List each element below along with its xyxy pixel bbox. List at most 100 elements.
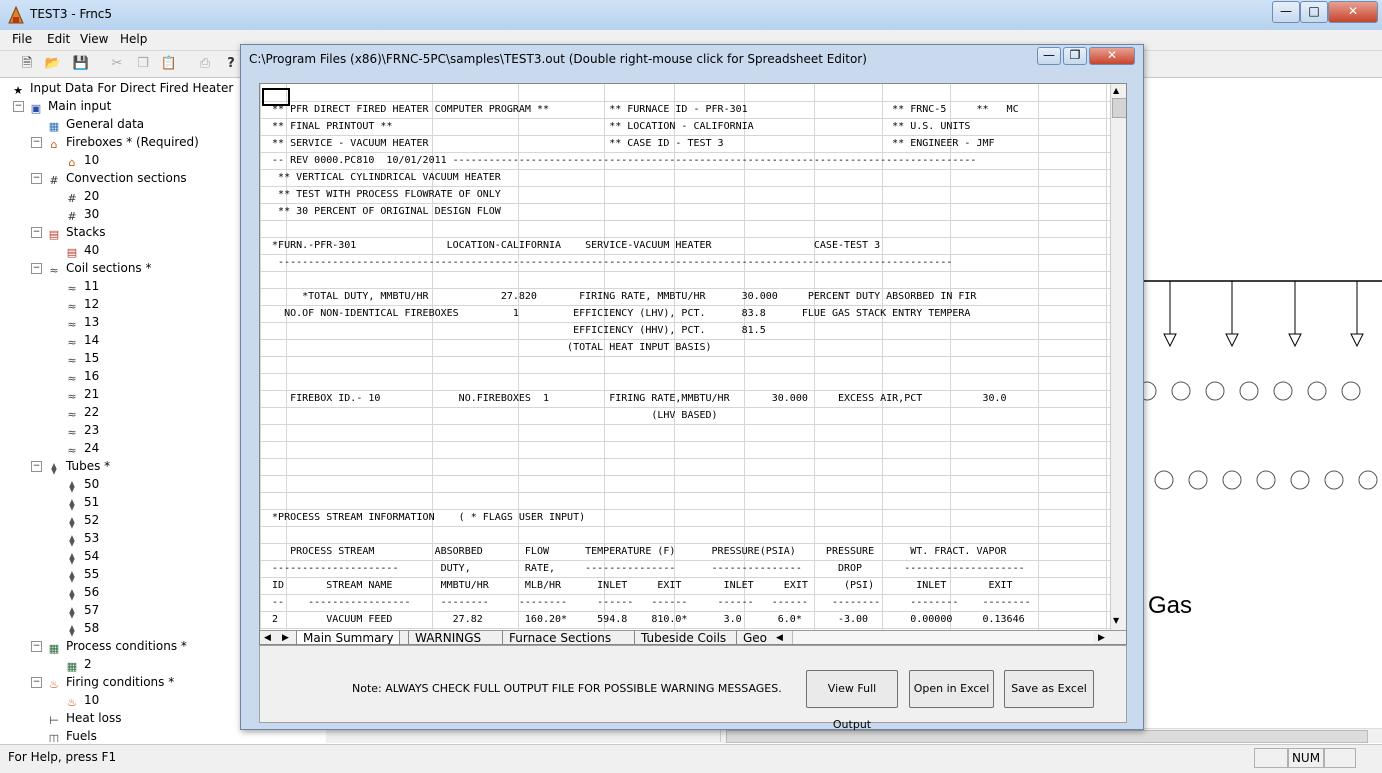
output-row[interactable]: ----------------------------------------… [260, 254, 1110, 271]
tree-node[interactable]: ♨ 10 [64, 691, 99, 709]
output-row[interactable]: FIREBOX ID.- 10 NO.FIREBOXES 1 FIRING RA… [260, 390, 1110, 407]
output-row[interactable]: 2 VACUUM FEED 27.82 160.20* 594.8 810.0*… [260, 611, 1110, 628]
open-folder-icon[interactable]: 📂 [44, 55, 62, 73]
tree-node[interactable]: ≈15 [64, 349, 99, 367]
tab-tubeside-coils[interactable]: Tubeside Coils [634, 631, 732, 644]
output-row[interactable]: ID STREAM NAME MMBTU/HR MLB/HR INLET EXI… [260, 577, 1110, 594]
tree-node[interactable]: ⧫ 53 [64, 529, 99, 547]
tab-scroll-left-icon[interactable]: ◀ [264, 631, 271, 644]
tree-collapse-icon[interactable]: − [31, 677, 42, 688]
tree-node[interactable]: ▦ Process conditions * [46, 637, 187, 655]
tab-geo[interactable]: Geo [736, 631, 773, 644]
output-row[interactable] [260, 424, 1110, 441]
tree-node[interactable]: ⧫ 57 [64, 601, 99, 619]
sheet-horizontal-scrollbar[interactable] [792, 631, 1093, 644]
output-row[interactable] [260, 492, 1110, 509]
output-grid[interactable]: ** PFR DIRECT FIRED HEATER COMPUTER PROG… [260, 84, 1110, 630]
output-row[interactable]: ** PFR DIRECT FIRED HEATER COMPUTER PROG… [260, 101, 1110, 118]
menu-view[interactable]: View [80, 32, 108, 46]
output-row[interactable]: *TOTAL DUTY, MMBTU/HR 27.820 FIRING RATE… [260, 288, 1110, 305]
save-icon[interactable]: 💾 [72, 55, 90, 73]
close-button[interactable]: ✕ [1328, 1, 1378, 23]
tree-collapse-icon[interactable]: − [31, 227, 42, 238]
new-file-icon[interactable]: 🗎 [18, 55, 36, 73]
hscroll-left-icon[interactable]: ◀ [776, 631, 783, 644]
tree-root[interactable]: ★ Input Data For Direct Fired Heater [10, 79, 233, 97]
tab-main-summary[interactable]: Main Summary [296, 631, 401, 644]
output-row[interactable]: ** VERTICAL CYLINDRICAL VACUUM HEATER [260, 169, 1110, 186]
output-row[interactable] [260, 475, 1110, 492]
tree-node[interactable]: # Convection sections [46, 169, 186, 187]
output-row[interactable] [260, 526, 1110, 543]
tree-node[interactable]: ⧫ 56 [64, 583, 99, 601]
output-row[interactable] [260, 220, 1110, 237]
output-row[interactable]: (LHV BASED) [260, 407, 1110, 424]
output-row[interactable]: (TOTAL HEAT INPUT BASIS) [260, 339, 1110, 356]
tree-node[interactable]: ⧫ 54 [64, 547, 99, 565]
output-row[interactable] [260, 271, 1110, 288]
output-row[interactable]: NO.OF NON-IDENTICAL FIREBOXES 1 EFFICIEN… [260, 305, 1110, 322]
tree-node[interactable]: ⧫ 58 [64, 619, 99, 637]
child-close-button[interactable]: ✕ [1089, 47, 1135, 65]
output-row[interactable]: ** 30 PERCENT OF ORIGINAL DESIGN FLOW [260, 203, 1110, 220]
help-icon[interactable]: ? [222, 55, 240, 73]
tree-node[interactable]: ♨ Firing conditions * [46, 673, 174, 691]
tree-node[interactable]: ▣ Main input [28, 97, 112, 115]
output-row[interactable] [260, 84, 1110, 101]
tree-node[interactable]: ▦ 2 [64, 655, 92, 673]
tree-node[interactable]: ⧫ 55 [64, 565, 99, 583]
tree-node[interactable]: ▤ 40 [64, 241, 99, 259]
output-row[interactable]: ** TEST WITH PROCESS FLOWRATE OF ONLY [260, 186, 1110, 203]
child-restore-button[interactable]: ❐ [1063, 47, 1087, 65]
output-row[interactable] [260, 458, 1110, 475]
tree-node[interactable]: ≈12 [64, 295, 99, 313]
output-row[interactable] [260, 373, 1110, 390]
hscroll-right-icon[interactable]: ▶ [1098, 631, 1105, 644]
tree-collapse-icon[interactable]: − [31, 263, 42, 274]
tree-node[interactable]: ≈ Coil sections * [46, 259, 151, 277]
active-cell[interactable] [262, 88, 290, 106]
tree-collapse-icon[interactable]: − [31, 173, 42, 184]
menu-help[interactable]: Help [120, 32, 147, 46]
tree-node[interactable]: ≈22 [64, 403, 99, 421]
tree-node[interactable]: ≈23 [64, 421, 99, 439]
tree-node[interactable]: ⧫ Tubes * [46, 457, 110, 475]
output-row[interactable]: -- ----------------- -------- -------- -… [260, 594, 1110, 611]
tree-node[interactable]: ≈11 [64, 277, 99, 295]
output-row[interactable] [260, 441, 1110, 458]
cut-icon[interactable]: ✂ [108, 55, 126, 73]
tree-node[interactable]: ⌂ 10 [64, 151, 100, 169]
output-row[interactable]: *PROCESS STREAM INFORMATION ( * FLAGS US… [260, 509, 1110, 526]
output-window[interactable]: C:\Program Files (x86)\FRNC-5PC\samples\… [240, 44, 1144, 731]
tree-node[interactable]: ⧫ 50 [64, 475, 99, 493]
save-as-excel-button[interactable]: Save as Excel [1004, 670, 1094, 708]
tree-node[interactable]: ◫ Fuels [46, 727, 97, 742]
tab-warnings[interactable]: WARNINGS [408, 631, 487, 644]
output-row[interactable]: -- REV 0000.PC810 10/01/2011 -----------… [260, 152, 1110, 169]
tree-node[interactable]: ≈13 [64, 313, 99, 331]
open-in-excel-button[interactable]: Open in Excel [909, 670, 994, 708]
tree-node[interactable]: ≈14 [64, 331, 99, 349]
print-icon[interactable]: ⎙ [196, 55, 214, 73]
output-row[interactable]: *FURN.-PFR-301 LOCATION-CALIFORNIA SERVI… [260, 237, 1110, 254]
paste-icon[interactable]: 📋 [160, 55, 178, 73]
tree-node[interactable]: ≈24 [64, 439, 99, 457]
tree-collapse-icon[interactable]: − [31, 641, 42, 652]
spreadsheet-view[interactable]: ** PFR DIRECT FIRED HEATER COMPUTER PROG… [259, 83, 1127, 645]
output-row[interactable]: --------------------- DUTY, RATE, ------… [260, 560, 1110, 577]
tree-node[interactable]: ≈16 [64, 367, 99, 385]
output-row[interactable]: PROCESS STREAM ABSORBED FLOW TEMPERATURE… [260, 543, 1110, 560]
tree-collapse-icon[interactable]: − [31, 461, 42, 472]
minimize-button[interactable]: — [1272, 1, 1300, 23]
output-row[interactable] [260, 356, 1110, 373]
tree-node[interactable]: ▤ Stacks [46, 223, 106, 241]
output-row[interactable]: ** FINAL PRINTOUT ** ** LOCATION - CALIF… [260, 118, 1110, 135]
copy-icon[interactable]: ❐ [134, 55, 152, 73]
menu-edit[interactable]: Edit [47, 32, 70, 46]
tree-node[interactable]: ⧫ 52 [64, 511, 99, 529]
tree-collapse-icon[interactable]: − [13, 101, 24, 112]
tree-node[interactable]: ▦ General data [46, 115, 144, 133]
tree-node[interactable]: #20 [64, 187, 99, 205]
vertical-scroll-thumb[interactable] [1112, 98, 1126, 118]
scroll-up-icon[interactable]: ▲ [1113, 86, 1119, 95]
